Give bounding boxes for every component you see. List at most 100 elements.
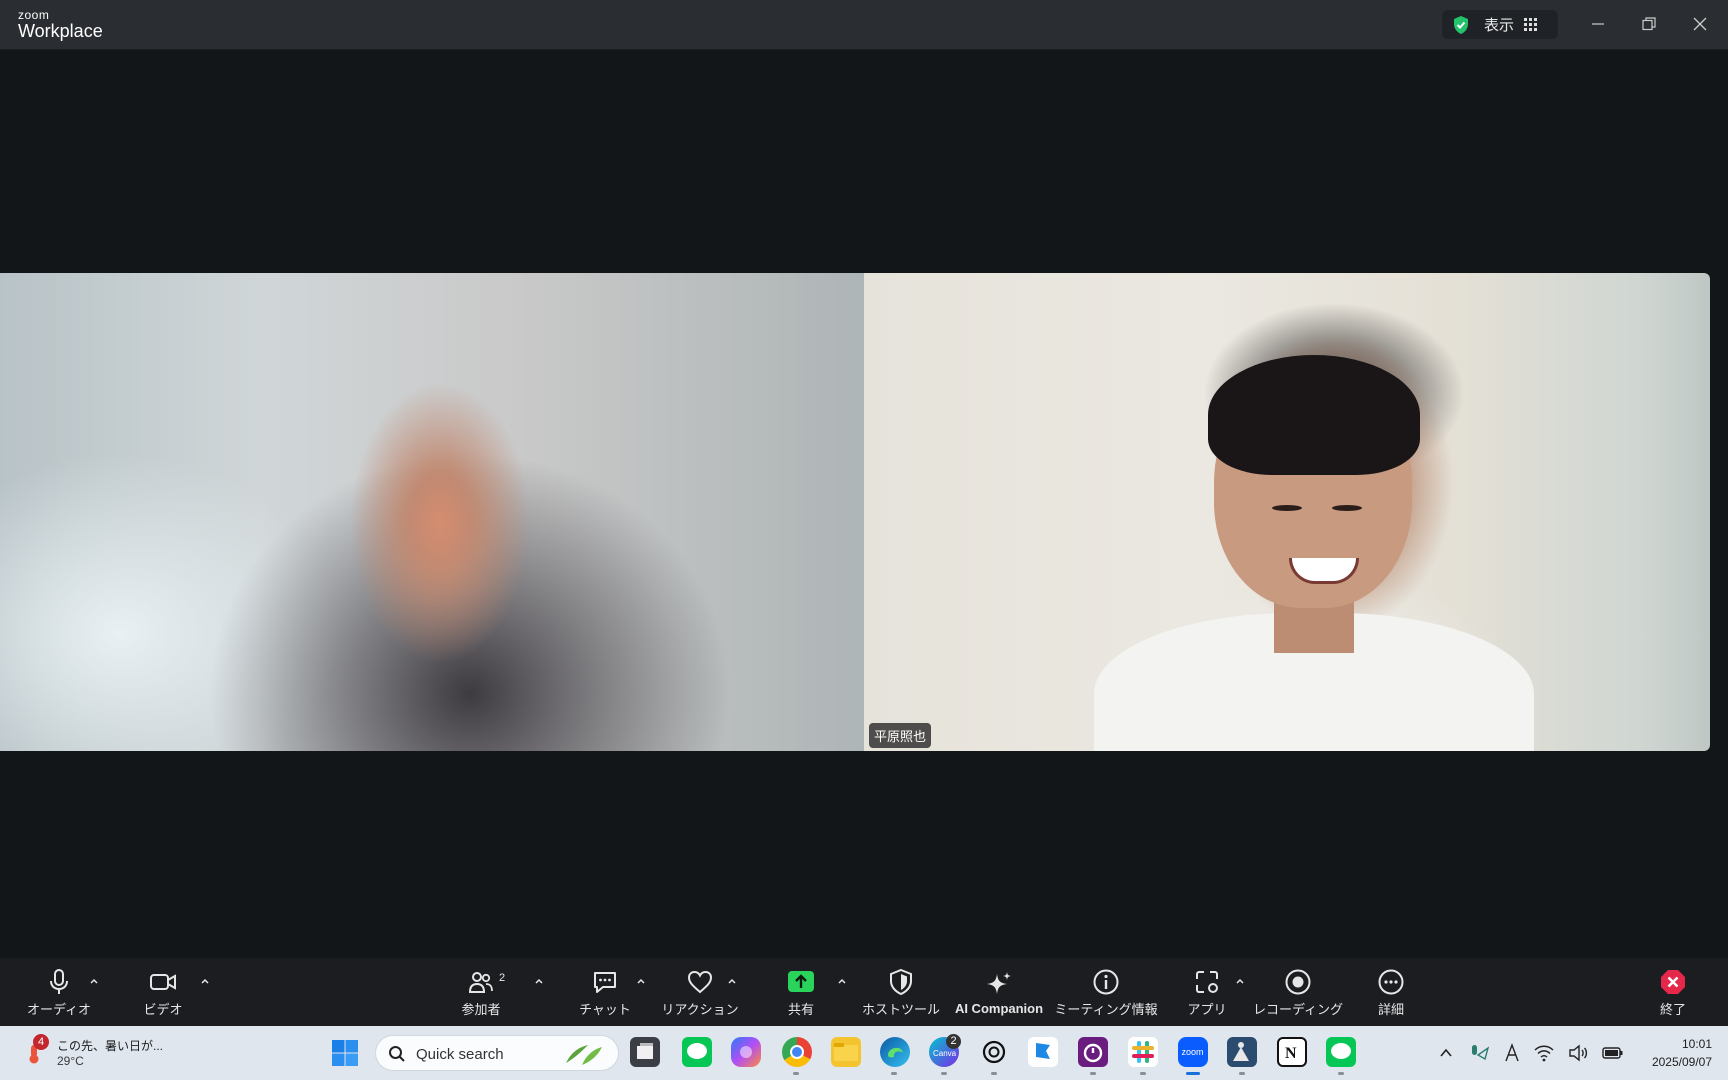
reactions-options-chevron-up-icon[interactable] [727,976,737,986]
participants-options-chevron-up-icon[interactable] [534,976,544,986]
close-icon [1693,17,1707,31]
edge-icon [888,1047,903,1058]
minimize-button[interactable] [1583,10,1613,38]
canva-notification-badge: 2 [946,1034,961,1049]
recording-button[interactable]: レコーディング [1250,958,1346,1026]
chevron-up-icon[interactable] [1438,1045,1454,1061]
info-icon [1093,969,1119,995]
restore-button[interactable] [1634,10,1664,38]
svg-text:zoom: zoom [1182,1047,1204,1057]
more-dots-icon [1378,969,1404,995]
participant-hair [1208,355,1420,475]
participant-eye [1332,505,1362,511]
end-x-icon [1661,970,1685,994]
svg-text:N: N [1285,1045,1297,1062]
video-tile-participant[interactable]: 平原照也 [864,273,1710,751]
logo-small-text: zoom [18,8,50,22]
apps-options-chevron-up-icon[interactable] [1235,976,1245,986]
taskbar-app-copilot[interactable] [731,1037,761,1067]
apps-button[interactable]: アプリ [1172,958,1242,1026]
microphone-icon [50,969,68,994]
recording-label: レコーディング [1252,1002,1344,1017]
weather-widget[interactable]: 4 この先、暑い日が... 29°C [22,1034,182,1074]
host-tools-label: ホストツール [861,1002,940,1017]
wifi-icon[interactable] [1534,1044,1554,1062]
end-label: 終了 [1659,1002,1686,1017]
windows-start-icon [332,1040,358,1066]
running-indicator [1090,1072,1096,1075]
taskbar-search-box[interactable]: Quick search [375,1035,619,1071]
running-indicator [1338,1072,1344,1075]
ai-companion-button[interactable]: AI Companion [949,958,1049,1026]
video-options-chevron-up-icon[interactable] [200,976,210,986]
taskbar-app-file-explorer[interactable] [831,1037,861,1067]
audio-options-chevron-up-icon[interactable] [89,976,99,986]
zoom-workplace-logo: zoom Workplace [18,9,103,41]
title-bar: zoom Workplace 表示 [0,0,1728,50]
folder-icon [834,1043,858,1061]
more-button[interactable]: 詳細 [1356,958,1426,1026]
taskbar-app-timer[interactable] [1078,1037,1108,1067]
meeting-toolbar: オーディオ ビデオ 参加者 2 チャット リアクション 共有 ホストツール AI… [0,958,1728,1026]
taskbar-app-taskview[interactable] [630,1037,660,1067]
video-tile-blurred-participant[interactable] [0,273,864,751]
audio-button[interactable]: オーディオ [24,958,94,1026]
taskbar-app-flag[interactable] [1028,1037,1058,1067]
close-window-button[interactable] [1685,10,1715,38]
taskbar-app-zoom[interactable]: zoom [1178,1037,1208,1067]
input-method-icon[interactable] [1504,1043,1520,1063]
reactions-button[interactable]: リアクション [660,958,740,1026]
notion-icon: N [1285,1045,1297,1062]
taskbar-app-notion[interactable]: N [1277,1037,1307,1067]
chrome-icon [790,1045,804,1059]
line-app-icon [687,1043,707,1059]
clock-time: 10:01 [1681,1037,1712,1051]
taskbar-clock[interactable]: 10:01 2025/09/07 [1630,1035,1712,1071]
microphone-in-use-icon[interactable] [1468,1043,1490,1063]
blue-flag-icon [1036,1043,1050,1059]
participant-name-tag: 平原照也 [869,723,932,748]
taskbar-app-chrome[interactable] [782,1037,812,1067]
battery-charging-icon[interactable] [1602,1045,1624,1061]
video-button[interactable]: ビデオ [128,958,198,1026]
weather-alert-badge: 4 [33,1034,49,1050]
video-camera-icon [150,974,176,990]
share-screen-button[interactable]: 共有 [766,958,836,1026]
taskbar-app-edge[interactable] [880,1037,910,1067]
taskbar-app-line-2[interactable] [1326,1037,1356,1067]
share-options-chevron-up-icon[interactable] [837,976,847,986]
running-indicator [1239,1072,1245,1075]
character-app-icon [1233,1042,1249,1061]
zoom-app-icon: zoom [1182,1047,1204,1057]
host-tools-button[interactable]: ホストツール [861,958,941,1026]
start-button[interactable] [330,1038,360,1068]
end-meeting-button[interactable]: 終了 [1638,958,1708,1026]
reactions-label: リアクション [661,1002,739,1017]
minimize-icon [1592,23,1604,25]
taskbar-app-line[interactable] [682,1037,712,1067]
weather-headline: この先、暑い日が... [57,1039,164,1053]
apps-icon [1196,971,1218,993]
chat-options-chevron-up-icon[interactable] [636,976,646,986]
host-tools-shield-icon [890,968,912,996]
chat-button[interactable]: チャット [570,958,640,1026]
more-label: 詳細 [1377,1002,1404,1017]
taskbar-app-chatgpt[interactable] [979,1037,1009,1067]
ai-companion-label: AI Companion [954,1001,1044,1016]
search-placeholder: Quick search [416,1046,504,1063]
running-indicator [1140,1072,1146,1075]
participants-button[interactable]: 参加者 [446,958,516,1026]
taskbar-app-slack[interactable] [1128,1037,1158,1067]
view-label: 表示 [1484,17,1515,34]
participants-count: 2 [499,972,506,984]
grid-view-icon [1524,18,1538,31]
audio-label: オーディオ [26,1002,92,1017]
taskbar-app-unity[interactable] [1227,1037,1257,1067]
meeting-info-button[interactable]: ミーティング情報 [1054,958,1158,1026]
participant-eye [1272,505,1302,511]
view-button[interactable]: 表示 [1442,10,1558,39]
volume-icon[interactable] [1568,1044,1588,1062]
slack-icon [1132,1041,1154,1063]
line-app-icon [1331,1043,1351,1059]
timer-icon [1083,1043,1103,1063]
